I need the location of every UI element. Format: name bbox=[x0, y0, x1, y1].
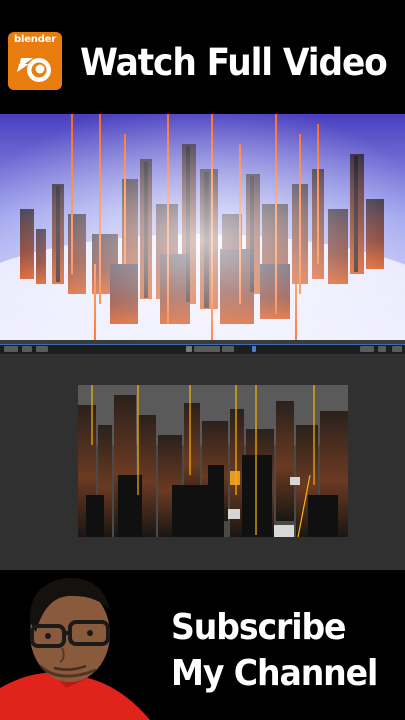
header-menu-item[interactable] bbox=[22, 346, 32, 352]
header-icon[interactable] bbox=[252, 346, 256, 352]
header-icon[interactable] bbox=[222, 346, 234, 352]
blender-logo: blender bbox=[8, 32, 62, 90]
headline-watch-full-video: Watch Full Video bbox=[80, 41, 388, 84]
blender-editor-window bbox=[0, 344, 405, 570]
bottom-banner: Subscribe My Channel bbox=[0, 570, 405, 720]
header-dropdown[interactable] bbox=[194, 346, 220, 352]
header-menu-item[interactable] bbox=[36, 346, 48, 352]
render-image bbox=[0, 114, 405, 344]
top-banner: blender Watch Full Video bbox=[0, 0, 405, 112]
header-icon[interactable] bbox=[378, 346, 386, 352]
presenter-avatar bbox=[0, 577, 150, 720]
logo-wordmark: blender bbox=[14, 34, 56, 45]
header-icon[interactable] bbox=[360, 346, 374, 352]
header-icon[interactable] bbox=[186, 346, 192, 352]
cycles-render-preview bbox=[0, 114, 405, 344]
my-channel-text: My Channel bbox=[171, 653, 378, 694]
viewport-image bbox=[78, 385, 348, 537]
viewport-render bbox=[78, 385, 348, 537]
header-menu-item[interactable] bbox=[4, 346, 18, 352]
header-icon[interactable] bbox=[392, 346, 402, 352]
subscribe-text: Subscribe bbox=[171, 607, 347, 648]
blender-logo-icon bbox=[17, 58, 51, 82]
editor-header-bar bbox=[0, 344, 405, 354]
